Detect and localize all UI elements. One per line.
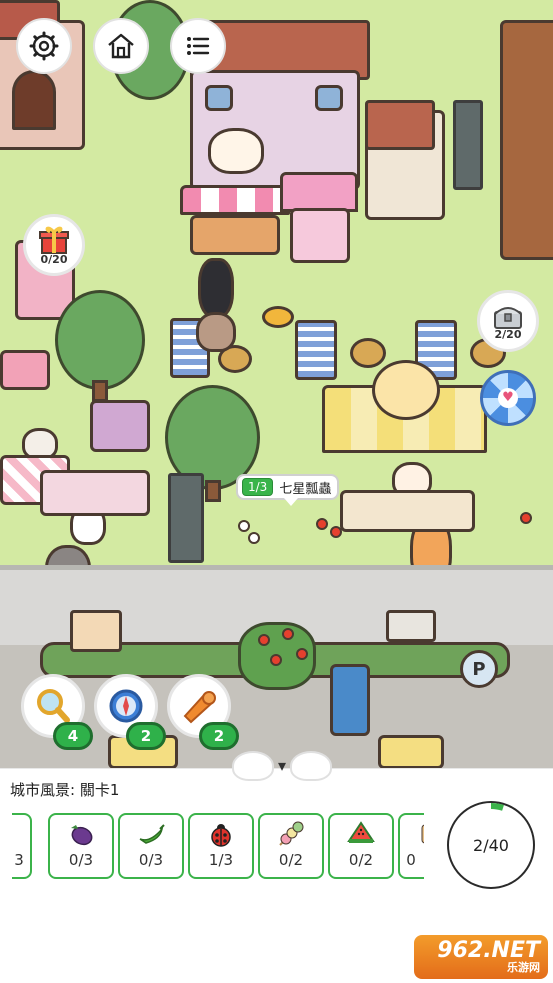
item-progress: 0/2 (278, 851, 304, 869)
hat-on-grass[interactable] (262, 306, 294, 328)
bottom-panel: ▾ 城市風景: 關卡1 3 0/3 0/3 1/3 0/2 0/2 0 2/40… (0, 751, 553, 983)
ladybug-icon (211, 824, 231, 847)
stool-1 (350, 338, 386, 368)
collapse-button[interactable]: ▾ (232, 751, 332, 781)
item-progress: 3 (14, 851, 24, 869)
tree-left-middle (55, 290, 145, 390)
hint-tooltip: 1/3 七星瓢蟲 (236, 474, 340, 506)
flower[interactable] (330, 526, 342, 538)
target-item-ladybug[interactable]: 1/3 (188, 813, 254, 879)
chest-button[interactable]: 2/20 (477, 290, 539, 352)
chest-count: 2/20 (494, 327, 522, 341)
watermark-sub: 乐游网 (507, 961, 540, 974)
menu-button[interactable] (170, 18, 226, 74)
collapse-wing-right (290, 751, 332, 781)
game-scene[interactable]: P (0, 0, 553, 768)
gear-icon (29, 31, 59, 61)
far-right-house (500, 20, 553, 260)
food-stall-counter (340, 490, 475, 532)
flower[interactable] (238, 520, 250, 532)
compass-count: 2 (126, 722, 166, 750)
item-progress: 0/2 (348, 851, 374, 869)
bench-middle (295, 320, 337, 380)
skewer-icon (279, 821, 304, 846)
chili-pepper-icon (139, 824, 165, 844)
target-item-eggplant[interactable]: 0/3 (48, 813, 114, 879)
magnifier-count: 4 (53, 722, 93, 750)
item-progress: 0 (406, 851, 416, 869)
lightning-sign (70, 610, 122, 652)
target-item-chili[interactable]: 0/3 (118, 813, 184, 879)
site-watermark: 962.NET 乐游网 (414, 935, 548, 979)
person-in-black[interactable] (198, 258, 234, 318)
purple-table (90, 400, 150, 452)
tree-trunk-center (205, 480, 221, 502)
lucky-wheel-icon: ♥ (498, 388, 518, 408)
partial-item-icon (12, 819, 14, 849)
chevron-down-icon: ▾ (277, 756, 287, 775)
list-icon (187, 37, 210, 55)
flower[interactable] (296, 648, 308, 660)
cake-display (372, 360, 440, 420)
left-house-door (12, 70, 56, 130)
right-house-roof (365, 100, 435, 150)
lamp-right (453, 100, 483, 190)
horn-count: 2 (199, 722, 239, 750)
total-progress-ring: 2/40 (447, 801, 535, 889)
settings-button[interactable] (16, 18, 72, 74)
cafe-window-1 (205, 85, 233, 111)
hint-progress: 1/3 (242, 478, 274, 496)
collapse-wing-left (232, 751, 274, 781)
ev-charger (330, 664, 370, 736)
target-item[interactable]: 3 (12, 813, 32, 879)
house-icon (108, 33, 134, 59)
pink-house-roof (280, 172, 358, 212)
cat-on-roof[interactable] (208, 128, 264, 174)
snack-cart (40, 470, 150, 516)
yellow-bench-right (378, 735, 444, 768)
target-item-skewer[interactable]: 0/2 (258, 813, 324, 879)
cafe-awning (180, 185, 290, 215)
lamp-center (168, 473, 204, 563)
cafe-counter (190, 215, 280, 255)
treasure-chest-icon (494, 306, 522, 329)
home-button[interactable] (93, 18, 149, 74)
flower[interactable] (248, 532, 260, 544)
gift-count: 0/20 (40, 252, 68, 266)
partial-item-icon (421, 824, 424, 844)
target-items-list[interactable]: 3 0/3 0/3 1/3 0/2 0/2 0 (12, 813, 424, 879)
horn-icon (183, 691, 216, 724)
watermark-main: 962.NET (437, 938, 540, 963)
item-progress: 0/3 (68, 851, 94, 869)
magnifier-icon (37, 689, 70, 723)
flower[interactable] (520, 512, 532, 524)
level-title: 城市風景: 關卡1 (10, 781, 120, 799)
progress-arc (449, 803, 533, 887)
gift-box-icon (39, 226, 69, 254)
cafe-window-2 (315, 85, 343, 111)
watermelon-icon (347, 821, 375, 843)
cat-on-bench[interactable] (196, 312, 236, 352)
target-item-watermelon[interactable]: 0/2 (328, 813, 394, 879)
item-progress: 0/3 (138, 851, 164, 869)
hint-label: 七星瓢蟲 (279, 481, 332, 497)
compass-icon (109, 689, 143, 723)
flower[interactable] (258, 634, 270, 646)
parking-sign: P (460, 650, 498, 688)
pink-house (290, 208, 350, 263)
item-progress: 1/3 (208, 851, 234, 869)
flower[interactable] (316, 518, 328, 530)
flower[interactable] (270, 654, 282, 666)
arrow-sign (386, 610, 436, 642)
tree-trunk-left (92, 380, 108, 402)
lucky-wheel-button[interactable]: ♥ (480, 370, 536, 426)
eggplant-icon (71, 825, 93, 846)
flower[interactable] (282, 628, 294, 640)
gift-button[interactable]: 0/20 (23, 214, 85, 276)
pink-bunny-bench (0, 350, 50, 390)
target-item[interactable]: 0 (398, 813, 424, 879)
